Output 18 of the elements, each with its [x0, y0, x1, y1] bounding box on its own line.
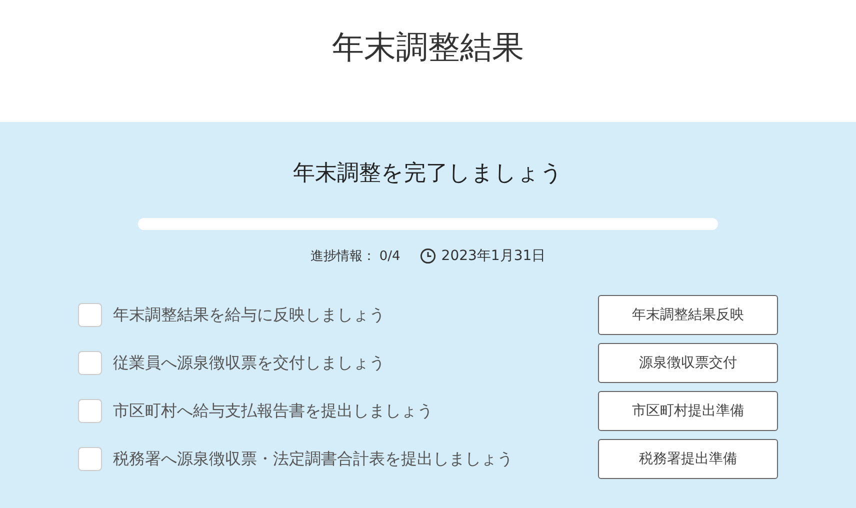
clock-icon: [420, 248, 436, 264]
page-title: 年末調整結果: [332, 27, 524, 68]
action-button[interactable]: 源泉徴収票交付: [598, 343, 778, 383]
task-label: 従業員へ源泉徴収票を交付しましょう: [113, 352, 385, 374]
progress-count: 0/4: [379, 248, 400, 264]
checkbox[interactable]: [78, 351, 102, 375]
checkbox[interactable]: [78, 303, 102, 327]
panel-heading: 年末調整を完了しましょう: [293, 160, 563, 188]
task-label: 税務署へ源泉徴収票・法定調書合計表を提出しましょう: [113, 448, 513, 470]
task-label: 年末調整結果を給与に反映しましょう: [113, 304, 385, 326]
action-button[interactable]: 税務署提出準備: [598, 439, 778, 479]
checkbox[interactable]: [78, 399, 102, 423]
action-button[interactable]: 年末調整結果反映: [598, 295, 778, 335]
progress-label: 進捗情報：: [310, 248, 376, 265]
checkbox[interactable]: [78, 447, 102, 471]
deadline-date: 2023年1月31日: [441, 247, 546, 265]
action-button[interactable]: 市区町村提出準備: [598, 391, 778, 431]
task-label: 市区町村へ給与支払報告書を提出しましょう: [113, 400, 433, 422]
